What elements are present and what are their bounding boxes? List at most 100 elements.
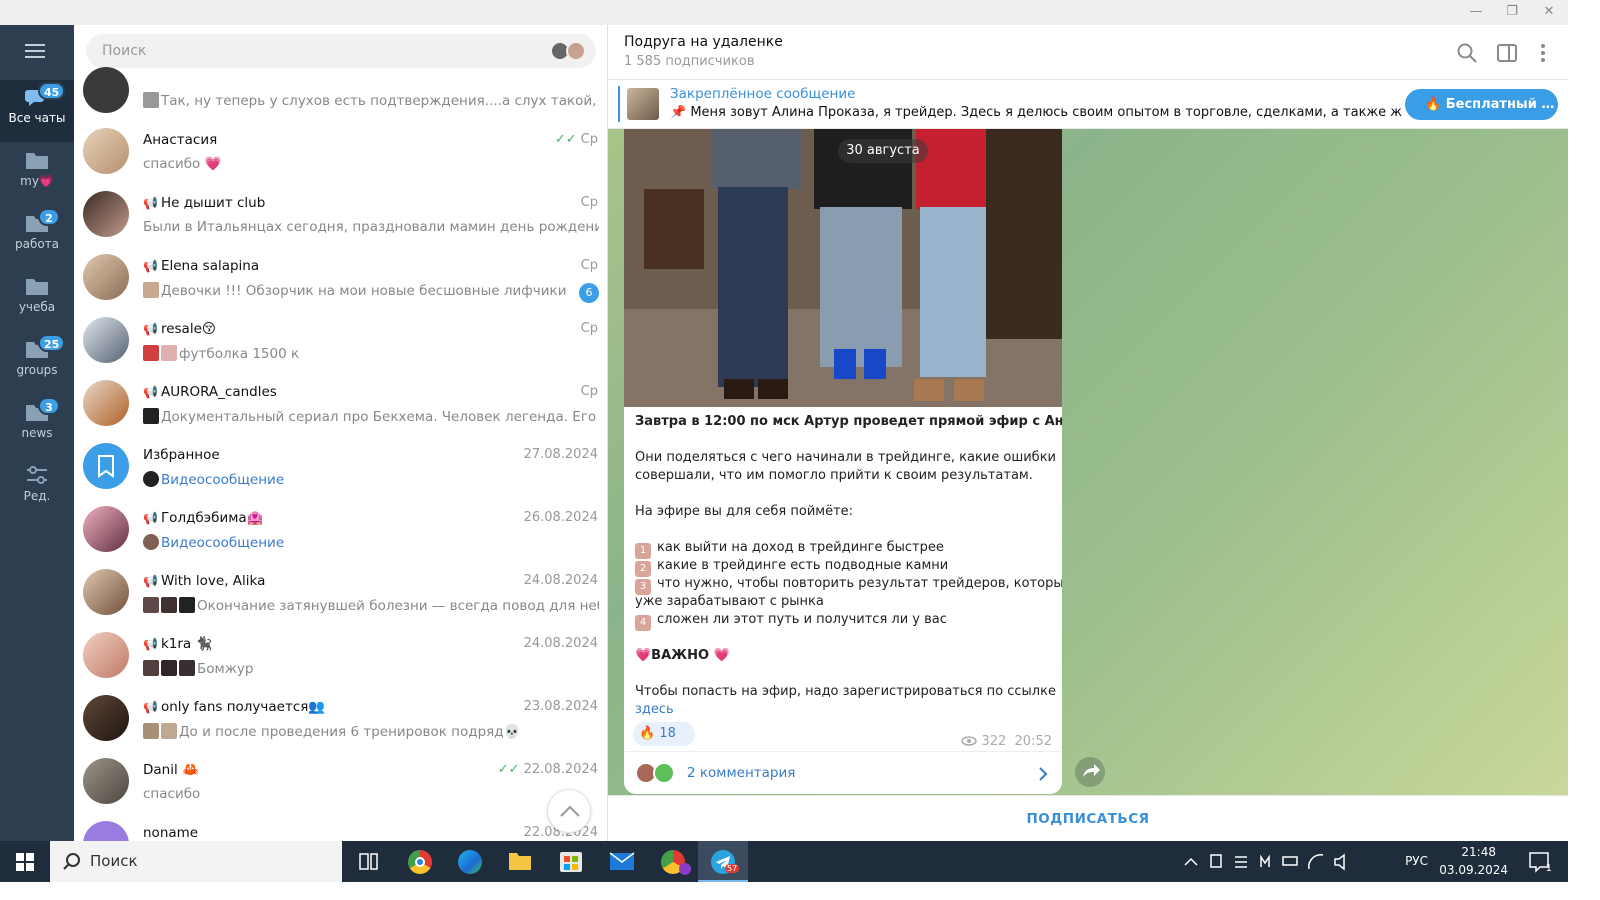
windows-start-icon[interactable]	[0, 841, 50, 882]
minimize-button[interactable]: —	[1464, 4, 1488, 19]
chat-preview: спасибо 💗	[143, 156, 222, 172]
post-paragraph: На эфире вы для себя поймёте:	[635, 504, 854, 519]
search-icon[interactable]	[1456, 42, 1478, 64]
telegram-icon[interactable]: 57	[698, 841, 748, 882]
channel-header[interactable]: Подруга на удаленке 1 585 подписчиков	[608, 25, 1568, 80]
chat-row[interactable]: 📢 Elena salapina Ср Девочки !!! Обзорчик …	[74, 246, 607, 309]
chat-row[interactable]: 📢 Не дышит club Ср Были в Итальянцах сего…	[74, 183, 607, 246]
stories-avatars[interactable]	[550, 41, 588, 61]
folder-all-chats[interactable]: Все чаты 45	[0, 80, 74, 142]
folder-study[interactable]: учеба	[0, 269, 74, 331]
restore-button[interactable]: ❐	[1500, 4, 1524, 19]
chrome-icon[interactable]	[395, 841, 445, 882]
folder-badge: 25	[38, 334, 66, 352]
subscribe-button[interactable]: ПОДПИСАТЬСЯ	[608, 795, 1568, 841]
post-photo[interactable]: 30 августа	[624, 129, 1062, 407]
chat-name: 📢 With love, Alika	[143, 573, 266, 589]
task-view-icon[interactable]	[343, 841, 393, 882]
avatar	[83, 632, 129, 678]
chat-row[interactable]: Анастасия ✓✓ Ср спасибо 💗	[74, 120, 607, 183]
comments-button[interactable]: 2 комментария	[624, 751, 1062, 794]
post-cta: Чтобы попасть на эфир, надо зарегистриро…	[635, 684, 1056, 699]
folder-news[interactable]: news 3	[0, 395, 74, 457]
comments-label: 2 комментария	[687, 765, 796, 781]
channel-icon: 📢	[143, 700, 158, 714]
chat-date: Ср	[580, 258, 598, 273]
folder-groups[interactable]: groups 25	[0, 332, 74, 394]
chevron-right-icon	[1039, 767, 1048, 781]
post-time: 20:52	[1014, 734, 1052, 749]
folder-badge: 3	[38, 397, 60, 415]
chat-date: 26.08.2024	[523, 510, 598, 525]
search-input[interactable]: Поиск	[86, 34, 596, 68]
edge-icon[interactable]	[445, 841, 495, 882]
chat-row[interactable]: Danil 🦀 ✓✓ 22.08.2024 спасибо	[74, 750, 607, 813]
chat-name: 📢 Elena salapina	[143, 258, 260, 274]
post-important: 💗ВАЖНО 💗	[635, 648, 730, 663]
share-icon	[1083, 764, 1100, 777]
chat-row[interactable]: Избранное 27.08.2024 Видеосообщение	[74, 435, 607, 498]
taskbar-search-label: Поиск	[90, 852, 138, 870]
file-explorer-icon[interactable]	[495, 841, 545, 882]
sidebar-toggle-icon[interactable]	[1496, 42, 1518, 64]
clock-time[interactable]: 21:48	[1461, 845, 1496, 859]
chat-date: 24.08.2024	[523, 573, 598, 588]
chat-name: 📢 k1ra 🐈‍⬛	[143, 636, 213, 652]
language-indicator[interactable]: РУС	[1405, 854, 1428, 868]
post-meta: 322 20:52	[961, 734, 1052, 749]
photo-people	[624, 129, 1062, 407]
chat-name: noname	[143, 825, 199, 841]
folder-label: работа	[14, 237, 60, 251]
chat-row[interactable]: 📢 only fans получается👥 23.08.2024 До и п…	[74, 687, 607, 750]
avatar	[83, 695, 129, 741]
channel-icon: 📢	[143, 574, 158, 588]
chrome-profile-icon[interactable]	[648, 841, 698, 882]
tray-icons[interactable]	[1183, 841, 1363, 882]
chat-preview: Девочки !!! Обзорчик на мои новые бесшов…	[143, 282, 567, 299]
store-icon[interactable]	[546, 841, 596, 882]
pinned-message-bar[interactable]: Закреплённое сообщение 📌 Меня зовут Алин…	[608, 80, 1568, 129]
avatar	[83, 128, 129, 174]
close-button[interactable]: ✕	[1537, 4, 1561, 19]
search-placeholder: Поиск	[102, 43, 147, 59]
avatar	[83, 191, 129, 237]
chat-row[interactable]: 📢 Голдбэбима🏩 26.08.2024 Видеосообщение	[74, 498, 607, 561]
chat-row[interactable]: 📢 k1ra 🐈‍⬛ 24.08.2024 Бомжур	[74, 624, 607, 687]
chat-preview: Так, ну теперь у слухов есть подтвержден…	[143, 92, 599, 109]
more-icon[interactable]	[1532, 42, 1554, 64]
subscriber-count: 1 585 подписчиков	[624, 54, 755, 69]
chat-row[interactable]: 📢 AURORA_candles Ср Документальный сериал…	[74, 372, 607, 435]
notifications-icon[interactable]	[1524, 841, 1554, 882]
channel-icon: 📢	[143, 511, 158, 525]
pinned-thumbnail	[627, 88, 659, 120]
post-link[interactable]: здесь	[635, 702, 674, 717]
mail-icon[interactable]	[597, 841, 647, 882]
folder-work[interactable]: работа 2	[0, 206, 74, 268]
avatar	[83, 67, 129, 113]
folder-my[interactable]: my💗	[0, 143, 74, 205]
chat-list: Поиск Так, ну теперь у слухов есть подтв…	[74, 25, 608, 841]
windows-taskbar: Поиск 57 РУС 21:48 03.09.2024 1	[0, 841, 1568, 882]
reaction-fire[interactable]: 🔥 18	[633, 722, 695, 746]
clock-date[interactable]: 03.09.2024	[1439, 863, 1508, 877]
scroll-to-top-button[interactable]	[547, 789, 591, 833]
folder-edit[interactable]: Ред.	[0, 458, 74, 520]
chat-name: 📢 only fans получается👥	[143, 699, 326, 715]
pinned-action-button[interactable]: 🔥 Бесплатный …	[1405, 89, 1558, 120]
chat-preview: Были в Итальянцах сегодня, праздновали м…	[143, 219, 599, 235]
menu-icon[interactable]	[25, 44, 47, 60]
chat-background: 30 августа Завтра в 12:00 по мск Артур п…	[608, 129, 1568, 795]
channel-view: Подруга на удаленке 1 585 подписчиков За…	[608, 25, 1568, 841]
date-pill: 30 августа	[838, 139, 928, 163]
forward-button[interactable]	[1075, 757, 1105, 787]
chat-preview: Окончание затянувшей болезни — всегда по…	[143, 597, 599, 614]
channel-icon: 📢	[143, 259, 158, 273]
chat-row[interactable]: 📢 resale😚 Ср футболка 1500 к	[74, 309, 607, 372]
chat-date: Ср	[580, 384, 598, 399]
taskbar-search[interactable]: Поиск	[50, 841, 342, 882]
chat-row[interactable]: 📢 With love, Alika 24.08.2024 Окончание з…	[74, 561, 607, 624]
chat-preview: Документальный сериал про Бекхема. Челов…	[143, 408, 599, 425]
chat-date: Ср	[580, 321, 598, 336]
chat-preview: Видеосообщение	[143, 471, 599, 488]
chat-row[interactable]: noname 22.08.2024	[74, 813, 607, 841]
